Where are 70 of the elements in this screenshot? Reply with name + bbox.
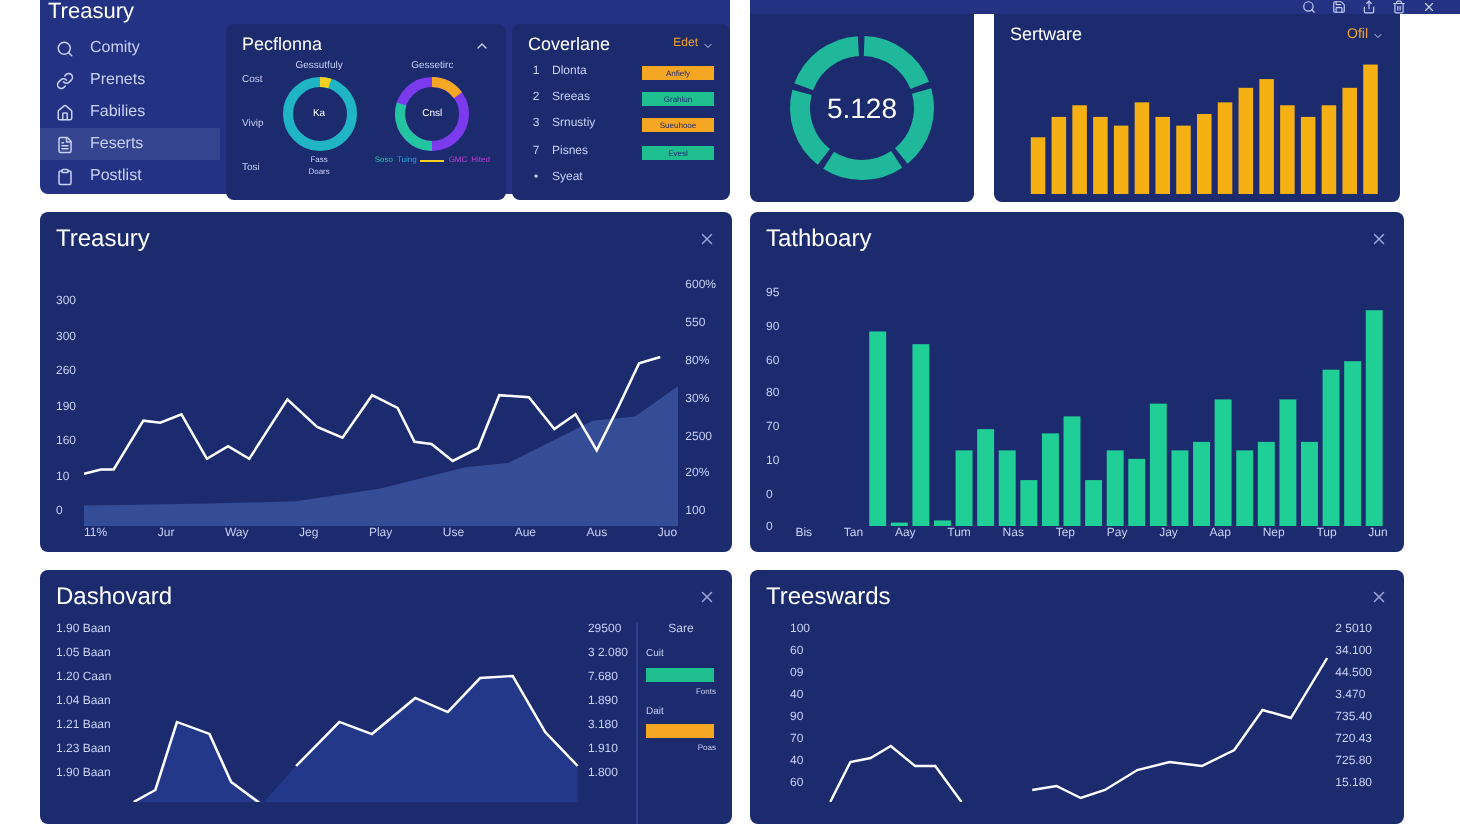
bar (1363, 63, 1378, 195)
bar (933, 520, 951, 527)
sidebar-item[interactable]: Fabilies (40, 96, 220, 128)
close-icon[interactable] (1370, 587, 1388, 606)
card-title: Treeswards (766, 580, 891, 615)
bar (1214, 399, 1231, 527)
bar (1127, 458, 1145, 527)
bar (1321, 104, 1337, 195)
card-title: Sertware (1010, 22, 1083, 48)
card-title: Pecflonna (242, 32, 323, 58)
bar (1134, 101, 1150, 195)
bar (1084, 480, 1102, 527)
bar (1041, 433, 1059, 527)
link-icon (56, 71, 74, 89)
card-title: Dashovard (56, 580, 173, 615)
bar (998, 450, 1016, 527)
bar (1093, 115, 1108, 195)
bar (1192, 441, 1210, 527)
card-title: Treasury (56, 222, 150, 256)
bar (1106, 450, 1123, 527)
bar (976, 429, 994, 527)
bar (1149, 403, 1167, 527)
search-icon[interactable] (1302, 0, 1316, 14)
bar (1259, 78, 1274, 195)
search-icon (56, 39, 74, 57)
card-title: Tathboary (766, 222, 872, 256)
sidebar-item[interactable]: Comity (40, 32, 220, 64)
bar (1280, 104, 1295, 195)
bar (1019, 480, 1037, 527)
card-title: Coverlane (528, 32, 611, 58)
legend-line (420, 159, 445, 161)
sidebar-item[interactable]: Feserts (40, 128, 220, 160)
close-icon[interactable] (1370, 229, 1388, 247)
bar (1051, 115, 1067, 195)
house-icon (56, 103, 74, 121)
save-icon[interactable] (1332, 0, 1346, 14)
close-icon[interactable] (1422, 0, 1436, 14)
bar (1238, 86, 1254, 195)
close-icon[interactable] (698, 229, 716, 247)
bar (1300, 115, 1316, 195)
clipboard-icon (56, 167, 74, 185)
bar (1257, 441, 1275, 527)
sidebar-item[interactable]: Postlist (40, 160, 220, 192)
bar (1176, 124, 1191, 195)
ring-icon (786, 32, 938, 185)
bar (1235, 450, 1253, 527)
bar (1197, 113, 1212, 195)
document-icon (56, 135, 74, 153)
bar (954, 450, 972, 527)
bar (1113, 124, 1129, 195)
bar (1030, 136, 1046, 195)
gauge-ring (392, 74, 473, 154)
sidebar-item[interactable]: Prenets (40, 64, 220, 96)
bar (1062, 416, 1080, 527)
panel-title: Treasury (46, 0, 136, 24)
bar (1170, 450, 1188, 527)
bar (1155, 115, 1170, 195)
total-value: 5.128 (826, 89, 898, 128)
chevron-icon (1372, 29, 1384, 42)
trash-icon[interactable] (1392, 0, 1406, 14)
bar (1278, 399, 1296, 527)
gauge-ring (279, 74, 360, 154)
bar (1217, 101, 1233, 195)
chevron-icon (702, 39, 714, 52)
bar (1072, 104, 1087, 195)
share-icon[interactable] (1362, 0, 1376, 14)
bar (1300, 441, 1318, 527)
bar (890, 522, 908, 527)
close-icon[interactable] (698, 587, 716, 606)
bar (1342, 86, 1357, 195)
